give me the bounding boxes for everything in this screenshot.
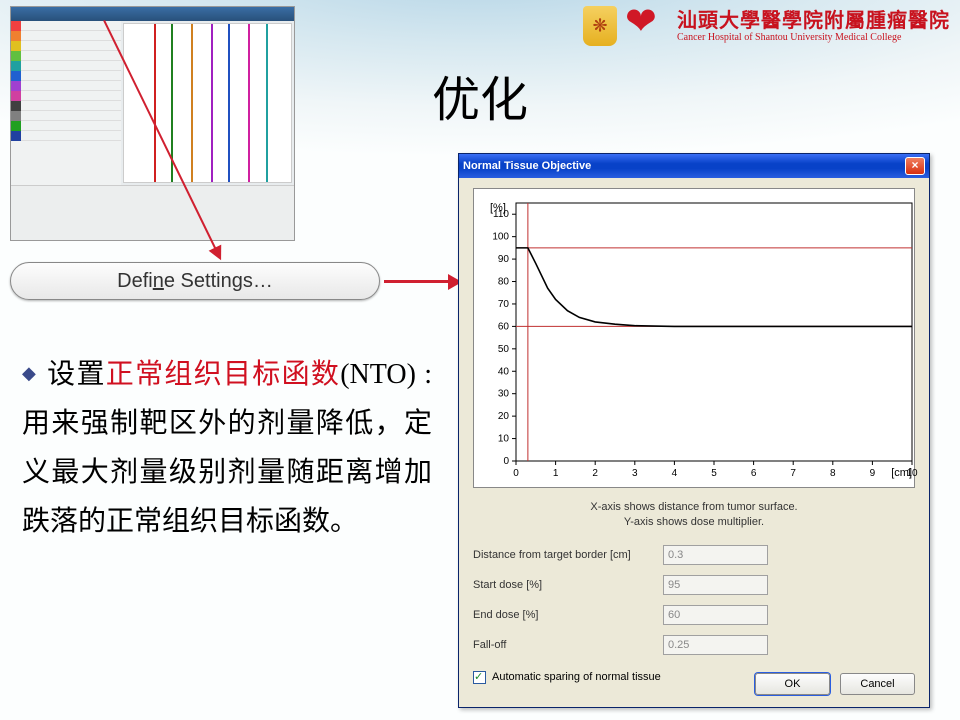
svg-text:60: 60 [498,321,510,332]
svg-text:80: 80 [498,277,510,288]
shield-logo-icon [583,6,617,46]
bullet-icon: ◆ [22,363,37,383]
institution-header: 汕頭大學醫學院附屬腫瘤醫院 Cancer Hospital of Shantou… [583,6,950,46]
end-label: End dose [%] [473,609,663,621]
auto-sparing-checkbox[interactable] [473,671,486,684]
svg-text:0: 0 [503,456,509,467]
svg-text:8: 8 [830,468,836,479]
falloff-label: Fall-off [473,639,663,651]
svg-text:7: 7 [790,468,796,479]
svg-text:20: 20 [498,411,510,422]
institution-name-en: Cancer Hospital of Shantou University Me… [677,32,950,43]
bullet-highlight: 正常组织目标函数 [106,359,340,390]
svg-text:9: 9 [870,468,876,479]
svg-text:90: 90 [498,254,510,265]
chart-caption: X-axis shows distance from tumor surface… [473,500,915,531]
define-settings-button[interactable]: Define Settings… [10,262,380,300]
bullet-paragraph: ◆设置正常组织目标函数(NTO) : 用来强制靶区外的剂量降低，定义最大剂量级别… [22,350,432,546]
start-label: Start dose [%] [473,579,663,591]
svg-text:0: 0 [513,468,519,479]
svg-text:1: 1 [553,468,559,479]
arrow-2 [384,280,452,283]
dist-field[interactable] [663,545,768,565]
institution-name-cn: 汕頭大學醫學院附屬腫瘤醫院 [677,10,950,32]
auto-sparing-label: Automatic sparing of normal tissue [492,671,661,683]
falloff-field[interactable] [663,635,768,655]
svg-text:5: 5 [711,468,717,479]
dialog-titlebar: Normal Tissue Objective × [459,154,929,178]
institution-text: 汕頭大學醫學院附屬腫瘤醫院 Cancer Hospital of Shantou… [677,10,950,43]
svg-text:10: 10 [498,434,510,445]
svg-text:100: 100 [492,232,509,243]
svg-text:30: 30 [498,389,510,400]
start-dose-field[interactable] [663,575,768,595]
end-dose-field[interactable] [663,605,768,625]
svg-text:40: 40 [498,366,510,377]
dist-label: Distance from target border [cm] [473,549,663,561]
arrow-1-head [209,245,228,264]
svg-text:[%]: [%] [490,202,506,214]
nto-dialog: Normal Tissue Objective × 01020304050607… [458,153,930,708]
svg-text:50: 50 [498,344,510,355]
svg-text:2: 2 [592,468,598,479]
nto-chart: 0102030405060708090100110012345678910[%]… [473,188,915,488]
svg-text:4: 4 [672,468,678,479]
bullet-pre: 设置 [47,359,106,390]
close-icon[interactable]: × [905,157,925,175]
ok-button[interactable]: OK [755,673,830,695]
heart-logo-icon [625,7,669,45]
cancel-button[interactable]: Cancel [840,673,915,695]
dialog-title-text: Normal Tissue Objective [463,160,591,172]
svg-text:6: 6 [751,468,757,479]
svg-text:3: 3 [632,468,638,479]
slide-title: 优化 [432,60,528,130]
svg-text:[cm]: [cm] [891,467,912,479]
svg-text:70: 70 [498,299,510,310]
